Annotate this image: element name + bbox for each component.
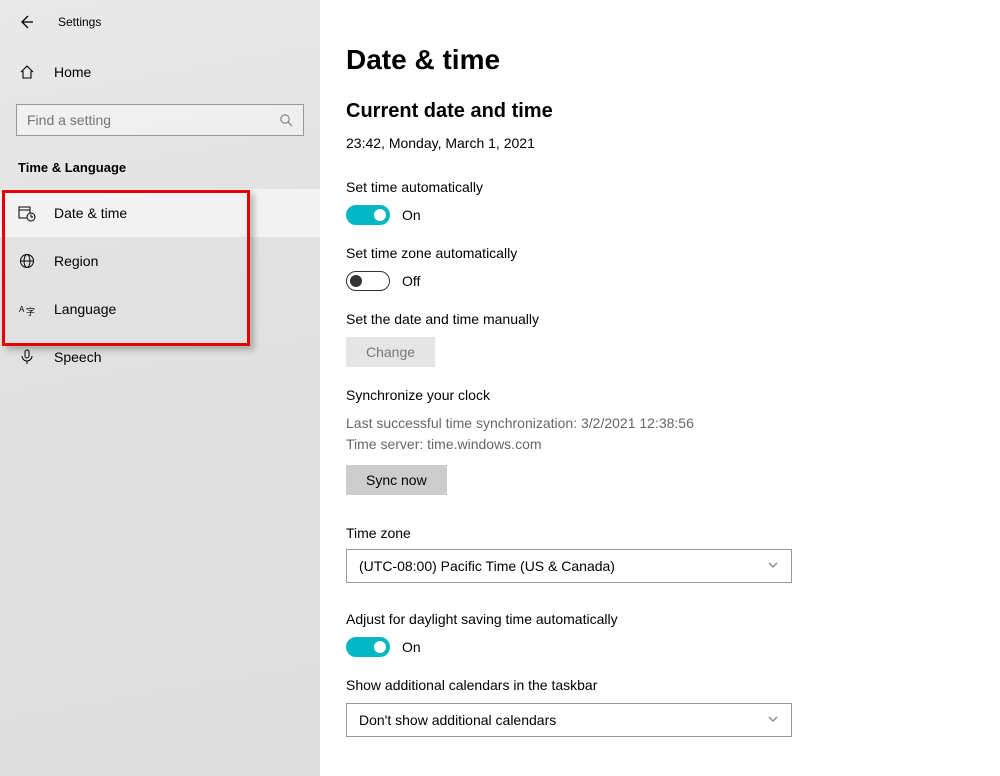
toggle-state: Off <box>402 273 420 289</box>
timezone-select[interactable]: (UTC-08:00) Pacific Time (US & Canada) <box>346 549 792 583</box>
search-input[interactable] <box>27 112 279 128</box>
topbar: Settings <box>0 0 320 44</box>
section-header: Time & Language <box>0 136 320 189</box>
timezone-value: (UTC-08:00) Pacific Time (US & Canada) <box>359 558 615 574</box>
toggle-state: On <box>402 207 421 223</box>
svg-text:字: 字 <box>26 306 35 317</box>
nav-label: Region <box>54 253 98 269</box>
sync-last: Last successful time synchronization: 3/… <box>346 413 1000 434</box>
calendars-label: Show additional calendars in the taskbar <box>346 677 1000 693</box>
current-datetime-header: Current date and time <box>346 100 1000 123</box>
sidebar: Settings Home Time & Language Date & tim… <box>0 0 320 776</box>
chevron-down-icon <box>767 558 779 574</box>
calendars-select[interactable]: Don't show additional calendars <box>346 703 792 737</box>
search-box[interactable] <box>16 104 304 136</box>
setting-label: Set time automatically <box>346 179 1000 195</box>
sync-info: Last successful time synchronization: 3/… <box>346 413 1000 455</box>
svg-text:A: A <box>19 305 25 314</box>
nav-label: Speech <box>54 349 101 365</box>
sidebar-item-language[interactable]: A字 Language <box>0 285 320 333</box>
current-datetime-value: 23:42, Monday, March 1, 2021 <box>346 135 1000 151</box>
sync-server: Time server: time.windows.com <box>346 434 1000 455</box>
sidebar-item-date-time[interactable]: Date & time <box>0 189 320 237</box>
change-button: Change <box>346 337 435 367</box>
nav-label: Language <box>54 301 116 317</box>
setting-label: Adjust for daylight saving time automati… <box>346 611 1000 627</box>
setting-dst-auto: Adjust for daylight saving time automati… <box>346 611 1000 657</box>
setting-label: Set time zone automatically <box>346 245 1000 261</box>
sync-now-button[interactable]: Sync now <box>346 465 447 495</box>
setting-label: Set the date and time manually <box>346 311 1000 327</box>
sidebar-item-speech[interactable]: Speech <box>0 333 320 381</box>
toggle-set-tz-auto[interactable] <box>346 271 390 291</box>
search-icon <box>279 113 293 127</box>
tz-label: Time zone <box>346 525 1000 541</box>
home-label: Home <box>54 64 91 80</box>
setting-manual-datetime: Set the date and time manually Change <box>346 311 1000 367</box>
chevron-down-icon <box>767 712 779 728</box>
back-icon[interactable] <box>18 14 34 30</box>
sidebar-item-home[interactable]: Home <box>0 50 320 94</box>
nav-label: Date & time <box>54 205 127 221</box>
microphone-icon <box>18 348 36 366</box>
calendars-value: Don't show additional calendars <box>359 712 556 728</box>
app-title: Settings <box>58 15 101 29</box>
globe-icon <box>18 252 36 270</box>
home-icon <box>18 63 36 81</box>
language-icon: A字 <box>18 300 36 318</box>
setting-set-time-auto: Set time automatically On <box>346 179 1000 225</box>
main-pane: Date & time Current date and time 23:42,… <box>320 0 1000 776</box>
toggle-dst-auto[interactable] <box>346 637 390 657</box>
toggle-set-time-auto[interactable] <box>346 205 390 225</box>
toggle-state: On <box>402 639 421 655</box>
sync-header: Synchronize your clock <box>346 387 1000 403</box>
sidebar-item-region[interactable]: Region <box>0 237 320 285</box>
setting-set-tz-auto: Set time zone automatically Off <box>346 245 1000 291</box>
calendar-clock-icon <box>18 204 36 222</box>
page-title: Date & time <box>346 44 1000 76</box>
